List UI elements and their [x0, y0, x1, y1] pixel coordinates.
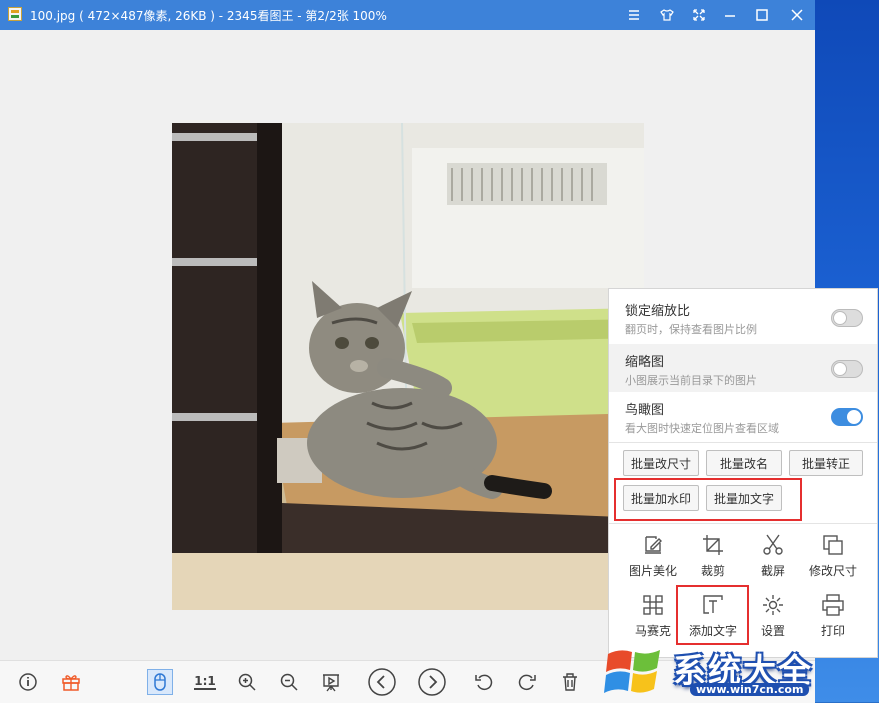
tool-label: 打印 — [820, 624, 845, 638]
maximize-icon — [756, 9, 768, 21]
divider — [609, 523, 877, 524]
zoom-out-icon — [280, 673, 298, 691]
maximize-button[interactable] — [751, 4, 773, 26]
next-icon — [418, 668, 446, 696]
batch-rotate-button[interactable]: 批量转正 — [789, 450, 863, 476]
thumbnail-switch[interactable] — [831, 360, 863, 378]
zoom-in-icon — [238, 673, 256, 691]
resize-icon — [823, 535, 843, 555]
rotate-left-button[interactable] — [471, 669, 497, 695]
mouse-icon — [154, 673, 166, 691]
info-icon — [19, 673, 37, 691]
toggle-title: 缩略图 — [625, 355, 665, 370]
actual-size-icon: 1:1 — [194, 673, 216, 690]
window-title: 100.jpg ( 472×487像素, 26KB ) - 2345看图王 - … — [30, 9, 387, 23]
close-button[interactable] — [786, 4, 808, 26]
displayed-image — [172, 123, 644, 610]
scissors-icon — [763, 534, 783, 555]
batch-rename-button[interactable]: 批量改名 — [706, 450, 782, 476]
fullscreen-button[interactable] — [688, 4, 710, 26]
minimize-icon — [725, 15, 735, 17]
fullscreen-icon — [693, 9, 705, 21]
cat-photo — [172, 123, 644, 610]
watermark-url: www.win7cn.com — [690, 683, 810, 696]
rotate-right-icon — [518, 674, 536, 691]
mouse-mode-button[interactable] — [147, 669, 173, 695]
lock-zoom-switch[interactable] — [831, 309, 863, 327]
toggle-birdseye[interactable]: 鸟瞰图 看大图时快速定位图片查看区域 — [609, 392, 877, 440]
edit-icon — [645, 536, 662, 554]
toggle-title: 鸟瞰图 — [625, 403, 665, 418]
toggle-subtitle: 翻页时，保持查看图片比例 — [625, 323, 757, 336]
toggle-thumbnail[interactable]: 缩略图 小图展示当前目录下的图片 — [609, 344, 877, 392]
gift-button[interactable] — [58, 669, 84, 695]
title-bar[interactable]: 100.jpg ( 472×487像素, 26KB ) - 2345看图王 - … — [0, 0, 815, 30]
close-icon — [791, 9, 803, 21]
app-icon — [8, 7, 22, 21]
watermark-logo: 系统大全 www.win7cn.com — [598, 640, 868, 702]
toggle-title: 锁定缩放比 — [625, 304, 691, 319]
prev-icon — [368, 668, 396, 696]
rotate-left-icon — [475, 674, 493, 691]
tool-screenshot[interactable]: 截屏 — [741, 533, 805, 591]
tool-label: 设置 — [760, 624, 785, 638]
crop-icon — [703, 535, 723, 555]
actual-size-button[interactable]: 1:1 — [192, 669, 218, 695]
next-image-button[interactable] — [416, 666, 448, 698]
batch-resize-button[interactable]: 批量改尺寸 — [623, 450, 699, 476]
tool-label: 修改尺寸 — [808, 564, 857, 578]
toggle-lock-zoom[interactable]: 锁定缩放比 翻页时，保持查看图片比例 — [609, 293, 877, 341]
info-button[interactable] — [15, 669, 41, 695]
delete-button[interactable] — [557, 669, 583, 695]
rotate-right-button[interactable] — [514, 669, 540, 695]
toggle-subtitle: 小图展示当前目录下的图片 — [625, 374, 757, 387]
tool-label: 裁剪 — [700, 564, 725, 578]
delete-icon — [563, 673, 577, 691]
minimize-button[interactable] — [719, 4, 741, 26]
highlight-box-batch — [614, 478, 802, 521]
gear-icon — [763, 595, 783, 615]
zoom-out-button[interactable] — [276, 669, 302, 695]
tool-crop[interactable]: 裁剪 — [681, 533, 745, 591]
prev-image-button[interactable] — [366, 666, 398, 698]
skin-button[interactable] — [656, 4, 678, 26]
printer-icon — [822, 594, 844, 616]
tool-label: 图片美化 — [628, 564, 677, 578]
tool-beautify[interactable]: 图片美化 — [621, 533, 685, 591]
menu-button[interactable] — [623, 4, 645, 26]
birdseye-switch[interactable] — [831, 408, 863, 426]
toggle-subtitle: 看大图时快速定位图片查看区域 — [625, 422, 779, 435]
highlight-box-add-text — [676, 585, 749, 645]
skin-icon — [660, 9, 674, 21]
tool-resize[interactable]: 修改尺寸 — [801, 533, 865, 591]
mosaic-icon — [643, 595, 663, 615]
windows-flag-icon — [604, 650, 660, 693]
gift-icon — [62, 675, 80, 691]
slideshow-button[interactable] — [318, 669, 344, 695]
slideshow-icon — [323, 674, 339, 692]
tool-label: 截屏 — [760, 564, 785, 578]
menu-icon — [629, 10, 639, 20]
divider — [609, 442, 877, 443]
zoom-in-button[interactable] — [234, 669, 260, 695]
